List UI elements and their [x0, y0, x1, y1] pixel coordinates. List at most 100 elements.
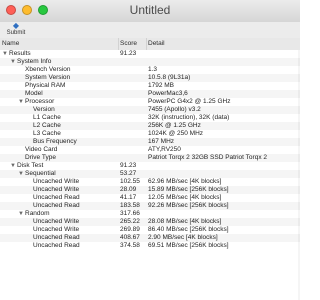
table-row[interactable]: Uncached Read 41.17 12.05 MB/sec [4K block… [0, 194, 300, 202]
table-row[interactable]: ▼Disk Test 91.23 [0, 162, 300, 170]
detail-cell: 1792 MB [148, 82, 175, 89]
detail-cell: Patriot Torqx 2 32GB SSD Patriot Torqx 2 [148, 154, 267, 161]
row-name-text: Results [9, 50, 31, 57]
table-row[interactable]: ▼Processor PowerPC G4x2 @ 1.25 GHz [0, 98, 300, 106]
table-row[interactable]: Version 7455 (Apollo) v3.2 [0, 106, 300, 114]
row-name-text: System Version [25, 74, 71, 81]
score-cell [120, 130, 146, 138]
table-row[interactable]: ▼Sequential 53.27 [0, 170, 300, 178]
disclosure-expanded-icon[interactable]: ▼ [10, 162, 16, 170]
score-cell [120, 146, 146, 154]
score-cell: 317.66 [120, 210, 140, 217]
table-row[interactable]: System Version 10.5.8 (9L31a) [0, 74, 300, 82]
name-cell: Xbench Version [2, 66, 134, 74]
score-cell [120, 90, 146, 98]
disclosure-expanded-icon[interactable]: ▼ [18, 210, 24, 218]
detail-cell: 62.96 MB/sec [4K blocks] [148, 178, 222, 185]
detail-cell: 256K @ 1.25 GHz [148, 122, 201, 129]
table-row[interactable]: L1 Cache 32K (instruction), 32K (data) [0, 114, 300, 122]
column-header-score[interactable]: Score [120, 40, 144, 50]
name-cell: Model [2, 90, 134, 98]
table-row[interactable]: Physical RAM 1792 MB [0, 82, 300, 90]
column-header-name[interactable]: Name [2, 40, 116, 50]
table-row[interactable]: ▼Random 317.66 [0, 210, 300, 218]
detail-cell: 12.05 MB/sec [4K blocks] [148, 194, 222, 201]
submit-label: Submit [6, 30, 26, 36]
row-name-text: Physical RAM [25, 82, 66, 89]
table-row[interactable]: Xbench Version 1.3 [0, 66, 300, 74]
row-name-text: L2 Cache [33, 122, 61, 129]
detail-cell [148, 58, 298, 66]
window-title: Untitled [129, 3, 171, 17]
table-row[interactable]: Uncached Read 374.58 69.51 MB/sec [256K bl… [0, 242, 300, 250]
table-row[interactable]: Drive Type Patriot Torqx 2 32GB SSD Patri… [0, 154, 300, 162]
score-cell: 53.27 [120, 170, 137, 177]
score-cell: 102.55 [120, 178, 140, 185]
table-row[interactable]: Video Card ATY,RV250 [0, 146, 300, 154]
detail-cell: PowerPC G4x2 @ 1.25 GHz [148, 98, 231, 105]
score-cell: 91.23 [120, 50, 137, 57]
app-window: Untitled ◆ Submit Name Score Detail ▼Res… [0, 0, 300, 300]
name-cell: ▼Disk Test [2, 162, 126, 170]
row-name-text: Model [25, 90, 43, 97]
detail-cell: 69.51 MB/sec [256K blocks] [148, 242, 229, 249]
name-cell: Physical RAM [2, 82, 134, 90]
row-name-text: Uncached Write [33, 186, 80, 193]
score-cell: 408.67 [120, 234, 140, 241]
table-row[interactable]: Bus Frequency 167 MHz [0, 138, 300, 146]
detail-cell: 10.5.8 (9L31a) [148, 74, 191, 81]
row-name-text: Video Card [25, 146, 58, 153]
name-cell: ▼Sequential [2, 170, 134, 178]
score-cell [120, 74, 146, 82]
disclosure-expanded-icon[interactable]: ▼ [2, 50, 8, 58]
submit-button[interactable]: ◆ Submit [2, 22, 30, 38]
table-row[interactable]: L3 Cache 1024K @ 250 MHz [0, 130, 300, 138]
detail-cell [148, 50, 298, 58]
row-name-text: Drive Type [25, 154, 56, 161]
table-row[interactable]: Model PowerMac3,6 [0, 90, 300, 98]
table-row[interactable]: Uncached Write 28.09 15.89 MB/sec [256K bl… [0, 186, 300, 194]
toolbar: ◆ Submit [0, 22, 300, 39]
row-name-text: Version [33, 106, 55, 113]
table-row[interactable]: L2 Cache 256K @ 1.25 GHz [0, 122, 300, 130]
table-row[interactable]: Uncached Write 269.89 86.40 MB/sec [256K b… [0, 226, 300, 234]
detail-cell: 1024K @ 250 MHz [148, 130, 204, 137]
detail-cell: 1.3 [148, 66, 158, 73]
disclosure-expanded-icon[interactable]: ▼ [18, 98, 24, 106]
score-cell [120, 122, 146, 130]
detail-cell: 28.08 MB/sec [4K blocks] [148, 218, 222, 225]
row-name-text: Uncached Read [33, 202, 80, 209]
score-cell [120, 66, 146, 74]
row-name-text: Random [25, 210, 50, 217]
disclosure-expanded-icon[interactable]: ▼ [10, 58, 16, 66]
score-cell: 265.22 [120, 218, 140, 225]
row-name-text: Bus Frequency [33, 138, 77, 145]
detail-cell [148, 210, 298, 218]
row-name-text: Sequential [25, 170, 56, 177]
score-cell [120, 82, 146, 90]
table-row[interactable]: Uncached Write 265.22 28.08 MB/sec [4K blo… [0, 218, 300, 226]
detail-cell: 15.89 MB/sec [256K blocks] [148, 186, 229, 193]
row-name-text: L3 Cache [33, 130, 61, 137]
table-row[interactable]: Uncached Write 102.55 62.96 MB/sec [4K blo… [0, 178, 300, 186]
score-cell: 91.23 [120, 162, 137, 169]
submit-icon: ◆ [12, 21, 20, 30]
table-row[interactable]: Uncached Read 183.58 92.26 MB/sec [256K bl… [0, 202, 300, 210]
score-cell [120, 106, 146, 114]
score-cell: 374.58 [120, 242, 140, 249]
column-header-detail[interactable]: Detail [148, 40, 298, 50]
table-row[interactable]: ▼Results 91.23 [0, 50, 300, 58]
detail-cell: 92.26 MB/sec [256K blocks] [148, 202, 229, 209]
name-cell: ▼Random [2, 210, 134, 218]
detail-cell: ATY,RV250 [148, 146, 181, 153]
row-name-text: Processor [25, 98, 55, 105]
table-row[interactable]: Uncached Read 408.67 2.90 MB/sec [4K block… [0, 234, 300, 242]
disclosure-expanded-icon[interactable]: ▼ [18, 170, 24, 178]
detail-cell [148, 162, 298, 170]
results-table[interactable]: ▼Results 91.23 ▼System Info Xbench Version 1… [0, 50, 300, 300]
vertical-scrollbar[interactable] [298, 50, 300, 300]
table-row[interactable]: ▼System Info [0, 58, 300, 66]
name-cell: ▼System Info [2, 58, 126, 66]
row-name-text: Uncached Read [33, 194, 80, 201]
detail-cell: 32K (instruction), 32K (data) [148, 114, 230, 121]
